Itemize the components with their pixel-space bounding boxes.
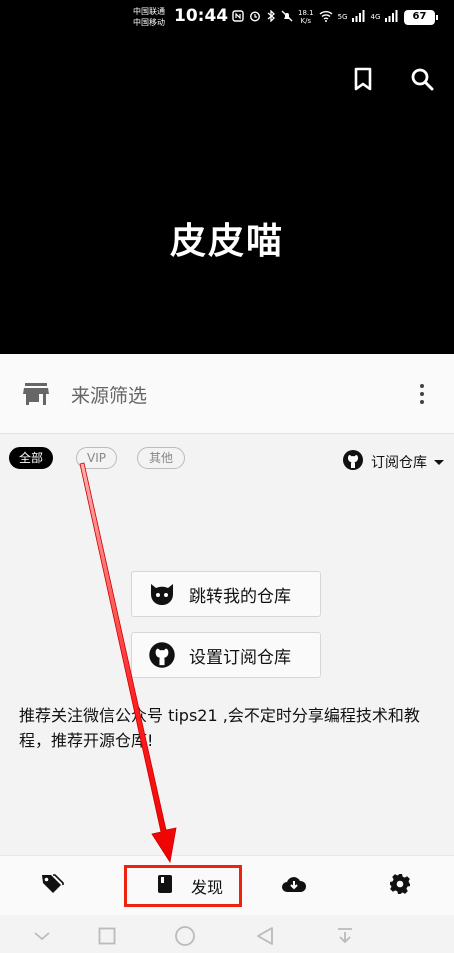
signal-bars-icon bbox=[352, 9, 365, 25]
tags-icon bbox=[40, 873, 64, 899]
jump-my-repo-button[interactable]: 跳转我的仓库 bbox=[131, 571, 321, 617]
notification-pull-icon[interactable] bbox=[334, 925, 356, 947]
carrier-2: 中国移动 bbox=[133, 18, 165, 27]
signal-bars-2-icon bbox=[385, 9, 398, 25]
app-title: 皮皮喵 bbox=[169, 221, 284, 262]
back-icon[interactable] bbox=[254, 925, 276, 947]
subscribed-repo-label: 订阅仓库 bbox=[371, 455, 427, 471]
nav-tags[interactable] bbox=[30, 856, 74, 916]
net-speed-value: 18.1 bbox=[298, 9, 314, 17]
mute-icon bbox=[281, 10, 293, 25]
setup-subscribed-repo-button[interactable]: 设置订阅仓库 bbox=[131, 632, 321, 678]
chip-other[interactable]: 其他 bbox=[137, 447, 185, 469]
jump-my-repo-label: 跳转我的仓库 bbox=[189, 586, 291, 607]
bluetooth-icon bbox=[266, 8, 276, 25]
subscribed-repo-selector[interactable]: 订阅仓库 bbox=[342, 449, 444, 475]
github-icon bbox=[342, 449, 364, 475]
gear-icon bbox=[389, 873, 411, 899]
signal-2-label: 4G bbox=[370, 13, 381, 21]
recommendation-notice: 推荐关注微信公众号 tips21 ,会不定时分享编程技术和教程，推荐开源仓库! bbox=[19, 706, 420, 750]
app-screen: 中国联通 中国移动 10:44 18.1 K/s 5G 4G 67 皮皮喵 来源… bbox=[0, 0, 454, 953]
nfc-icon bbox=[232, 9, 244, 25]
setup-subscribed-repo-label: 设置订阅仓库 bbox=[189, 647, 291, 668]
battery-indicator: 67 bbox=[404, 10, 438, 25]
source-filter-label: 来源筛选 bbox=[71, 385, 148, 407]
github-cat-icon bbox=[147, 579, 177, 609]
net-speed: 18.1 K/s bbox=[298, 9, 314, 25]
wifi-icon bbox=[319, 10, 333, 25]
home-icon[interactable] bbox=[174, 925, 196, 947]
store-icon bbox=[23, 382, 49, 410]
chevron-down-icon[interactable] bbox=[31, 925, 53, 947]
chip-all[interactable]: 全部 bbox=[9, 447, 53, 469]
signal-1-label: 5G bbox=[337, 13, 348, 21]
source-filter-bar[interactable]: 来源筛选 bbox=[0, 354, 454, 434]
more-vert-icon[interactable] bbox=[410, 380, 434, 408]
carrier-names: 中国联通 中国移动 bbox=[133, 6, 165, 28]
app-header: 皮皮喵 bbox=[0, 34, 454, 354]
nav-settings[interactable] bbox=[378, 856, 422, 916]
system-navigation-bar bbox=[0, 915, 454, 953]
annotation-highlight-box bbox=[124, 865, 242, 907]
carrier-1: 中国联通 bbox=[133, 7, 165, 16]
bookmark-icon[interactable] bbox=[350, 66, 376, 92]
github-icon bbox=[147, 640, 177, 670]
recent-apps-icon[interactable] bbox=[96, 925, 118, 947]
nav-download[interactable] bbox=[272, 856, 316, 916]
dropdown-caret-icon bbox=[434, 459, 444, 465]
status-bar: 中国联通 中国移动 10:44 18.1 K/s 5G 4G 67 bbox=[0, 0, 454, 34]
status-icons: 18.1 K/s 5G 4G bbox=[232, 8, 398, 25]
search-icon[interactable] bbox=[409, 66, 435, 92]
cloud-download-icon bbox=[281, 874, 307, 898]
alarm-icon bbox=[249, 10, 261, 25]
chip-vip[interactable]: VIP bbox=[76, 447, 117, 469]
net-speed-unit: K/s bbox=[300, 17, 312, 25]
status-time: 10:44 bbox=[174, 6, 229, 26]
